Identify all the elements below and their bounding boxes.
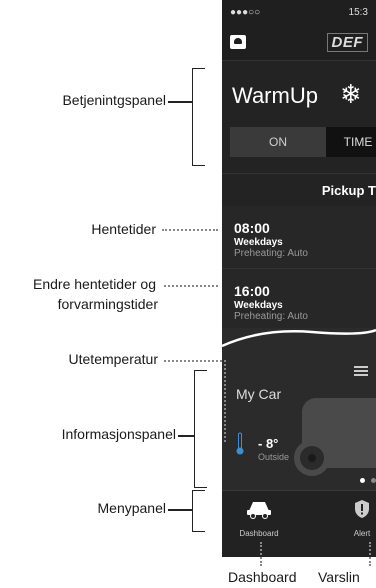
- label-connector: [224, 360, 226, 442]
- on-button[interactable]: ON: [230, 127, 326, 157]
- label-control-panel: Betjenintgspanel: [62, 92, 166, 108]
- shield-alert-icon: [355, 500, 369, 518]
- phone-screen: ●●●○○ 15:3 DEF WarmUp ❄ ON TIME Pickup T…: [222, 0, 376, 557]
- control-panel: WarmUp ❄ ON TIME: [222, 60, 376, 174]
- bracket-control-panel: [192, 68, 205, 166]
- label-connector: [164, 285, 218, 287]
- label-connector: [168, 509, 192, 511]
- tab-dashboard[interactable]: Dashboard: [234, 499, 284, 538]
- pickup-row[interactable]: 08:00 Weekdays Preheating: Auto: [222, 206, 376, 269]
- pickup-preheating: Preheating: Auto: [234, 248, 308, 259]
- page-indicator: [360, 478, 376, 483]
- info-panel: My Car - 8° Outside: [222, 360, 376, 490]
- pickup-preheating: Preheating: Auto: [234, 311, 308, 322]
- status-bar: ●●●○○ 15:3: [222, 0, 376, 24]
- car-name: My Car: [236, 386, 282, 402]
- menu-panel: Dashboard Alert: [222, 490, 376, 557]
- label-connector: [162, 229, 218, 231]
- label-edit-times-1: Endre hentetider og: [33, 276, 156, 292]
- label-menu-panel: Menypanel: [97, 500, 167, 516]
- car-wheel: [294, 440, 330, 476]
- brand-logo: DEF: [326, 32, 368, 52]
- page-dot-active: [360, 478, 365, 483]
- label-pickup-times: Hentetider: [91, 221, 156, 237]
- bracket-menu-panel: [192, 490, 205, 532]
- snowflake-icon: ❄: [340, 79, 362, 109]
- label-connector: [168, 101, 192, 103]
- pickup-time: 16:00: [234, 283, 270, 299]
- pickup-row[interactable]: 16:00 Weekdays Preheating: Auto: [222, 269, 376, 332]
- label-alerts: Varslin: [318, 569, 360, 585]
- pickup-days: Weekdays: [234, 300, 283, 311]
- menu-lines-icon[interactable]: [354, 366, 368, 378]
- label-connector: [178, 435, 194, 437]
- label-info-panel: Informasjonspanel: [61, 426, 176, 442]
- tab-alerts-label: Alert: [353, 529, 371, 538]
- thermometer-icon: [236, 432, 244, 455]
- page-dot: [371, 478, 376, 483]
- nav-bar: DEF: [222, 24, 376, 60]
- label-edit-times-2: forvarmingstider: [57, 296, 158, 312]
- warmup-title: WarmUp: [232, 83, 318, 108]
- outside-temperature: - 8°: [258, 436, 279, 451]
- profile-icon[interactable]: [230, 35, 246, 49]
- signal-indicator: ●●●○○: [230, 6, 261, 18]
- tab-alerts[interactable]: Alert: [342, 499, 376, 538]
- label-connector: [260, 542, 262, 566]
- status-time: 15:3: [348, 6, 368, 18]
- bracket-info-panel: [194, 370, 207, 488]
- label-connector: [164, 360, 222, 362]
- pickup-section-header: Pickup T: [222, 174, 376, 209]
- label-connector: [369, 542, 371, 566]
- car-icon: [247, 502, 271, 519]
- outside-label: Outside: [258, 452, 290, 462]
- pickup-time: 08:00: [234, 220, 270, 236]
- label-dashboard: Dashboard: [228, 569, 297, 585]
- label-outside-temp: Utetemperatur: [68, 351, 158, 367]
- pickup-days: Weekdays: [234, 237, 283, 248]
- timer-button[interactable]: TIME: [326, 127, 376, 157]
- tab-dashboard-label: Dashboard: [239, 529, 279, 538]
- warmup-mode-toggle[interactable]: ON TIME: [230, 127, 376, 157]
